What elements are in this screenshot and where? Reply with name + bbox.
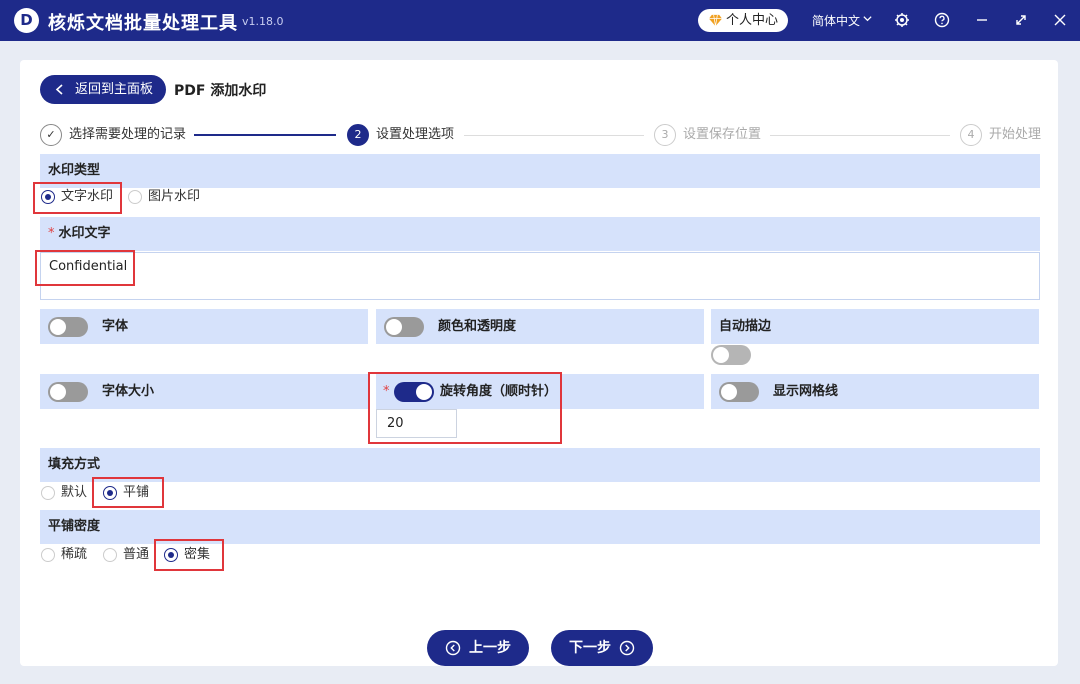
chevron-down-icon[interactable] — [862, 13, 873, 24]
chevron-left-icon — [55, 84, 63, 95]
auto-stroke-toggle[interactable] — [711, 345, 751, 365]
prev-step-label: 上一步 — [469, 640, 511, 656]
radio-dot — [41, 190, 55, 204]
rotation-label: 旋转角度（顺时针） — [440, 384, 558, 399]
step-number: 2 — [347, 124, 369, 146]
auto-stroke-label: 自动描边 — [719, 319, 772, 334]
minimize-icon[interactable] — [974, 12, 990, 28]
radio-density-sparse[interactable]: 稀疏 — [41, 544, 87, 566]
rotation-toggle[interactable] — [394, 382, 434, 402]
maximize-icon[interactable] — [1013, 12, 1029, 28]
arrow-left-circle-icon — [445, 640, 461, 656]
fill-mode-header: 填充方式 — [40, 448, 1040, 482]
next-step-label: 下一步 — [569, 640, 611, 656]
step-4: 4 开始处理 — [960, 124, 1041, 146]
color-opacity-label: 颜色和透明度 — [438, 319, 517, 334]
font-option: 字体 — [40, 309, 368, 344]
radio-label: 普通 — [123, 547, 150, 562]
arrow-right-circle-icon — [619, 640, 635, 656]
radio-dot — [41, 548, 55, 562]
grid-lines-label: 显示网格线 — [773, 384, 839, 399]
radio-image-watermark[interactable]: 图片水印 — [128, 186, 200, 208]
grid-lines-option: 显示网格线 — [711, 374, 1039, 409]
font-size-option: 字体大小 — [40, 374, 368, 409]
radio-dot — [164, 548, 178, 562]
watermark-type-header: 水印类型 — [40, 154, 1040, 188]
back-to-main-button[interactable]: 返回到主面板 — [40, 75, 166, 104]
step-2: 2 设置处理选项 — [347, 124, 454, 146]
radio-label: 稀疏 — [61, 547, 88, 562]
radio-dot — [128, 190, 142, 204]
watermark-text-header: * 水印文字 — [40, 217, 1040, 251]
radio-label: 图片水印 — [148, 189, 201, 204]
watermark-text-title: 水印文字 — [58, 226, 111, 241]
tile-density-group: 稀疏 普通 密集 — [40, 544, 340, 566]
required-mark: * — [48, 226, 55, 241]
radio-text-watermark[interactable]: 文字水印 — [41, 186, 113, 208]
app-version: v1.18.0 — [242, 15, 284, 28]
step-label: 开始处理 — [989, 127, 1042, 142]
color-opacity-toggle[interactable] — [384, 317, 424, 337]
radio-label: 默认 — [61, 485, 88, 500]
user-center-button[interactable]: 个人中心 — [698, 9, 788, 32]
font-size-toggle[interactable] — [48, 382, 88, 402]
radio-fill-default[interactable]: 默认 — [41, 482, 87, 504]
font-label: 字体 — [102, 319, 129, 334]
required-mark: * — [383, 384, 390, 399]
step-connector — [464, 135, 644, 136]
font-size-label: 字体大小 — [102, 384, 155, 399]
radio-density-normal[interactable]: 普通 — [103, 544, 149, 566]
app-title: 核烁文档批量处理工具 — [48, 13, 238, 34]
title-bar: D 核烁文档批量处理工具 v1.18.0 个人中心 简体中文 — [0, 0, 1080, 41]
help-icon[interactable] — [934, 12, 950, 28]
step-connector — [770, 135, 950, 136]
prev-step-button[interactable]: 上一步 — [427, 630, 529, 666]
fill-mode-group: 默认 平铺 — [40, 482, 340, 504]
tile-density-header: 平铺密度 — [40, 510, 1040, 544]
step-label: 设置保存位置 — [683, 127, 762, 142]
diamond-icon — [709, 14, 722, 27]
auto-stroke-option: 自动描边 — [711, 309, 1039, 344]
radio-dot — [41, 486, 55, 500]
watermark-type-group: 文字水印 图片水印 — [40, 186, 340, 208]
user-center-label: 个人中心 — [726, 13, 779, 28]
radio-dot — [103, 486, 117, 500]
radio-label: 密集 — [184, 547, 211, 562]
step-label: 设置处理选项 — [376, 127, 455, 142]
grid-lines-toggle[interactable] — [719, 382, 759, 402]
radio-dot — [103, 548, 117, 562]
step-number: 4 — [960, 124, 982, 146]
radio-fill-tile[interactable]: 平铺 — [103, 482, 149, 504]
back-button-label: 返回到主面板 — [75, 82, 154, 97]
step-1: ✓ 选择需要处理的记录 — [40, 124, 186, 146]
color-opacity-option: 颜色和透明度 — [376, 309, 704, 344]
step-label: 选择需要处理的记录 — [69, 127, 187, 142]
main-panel: 返回到主面板 PDF 添加水印 ✓ 选择需要处理的记录 2 设置处理选项 3 设… — [20, 60, 1058, 666]
rotation-option: * 旋转角度（顺时针） — [376, 374, 704, 409]
radio-label: 平铺 — [123, 485, 150, 500]
radio-density-dense[interactable]: 密集 — [164, 544, 210, 566]
step-number: 3 — [654, 124, 676, 146]
font-toggle[interactable] — [48, 317, 88, 337]
close-icon[interactable] — [1052, 12, 1068, 28]
check-icon: ✓ — [40, 124, 62, 146]
step-connector — [194, 134, 336, 136]
radio-label: 文字水印 — [61, 189, 114, 204]
page-title: PDF 添加水印 — [174, 83, 267, 99]
watermark-text-input[interactable]: Confidential — [40, 252, 1040, 300]
language-selector[interactable]: 简体中文 — [812, 12, 860, 29]
app-logo: D — [14, 8, 39, 33]
next-step-button[interactable]: 下一步 — [551, 630, 653, 666]
step-3: 3 设置保存位置 — [654, 124, 761, 146]
gear-icon[interactable] — [894, 12, 910, 28]
rotation-angle-input[interactable]: 20 — [376, 409, 457, 438]
